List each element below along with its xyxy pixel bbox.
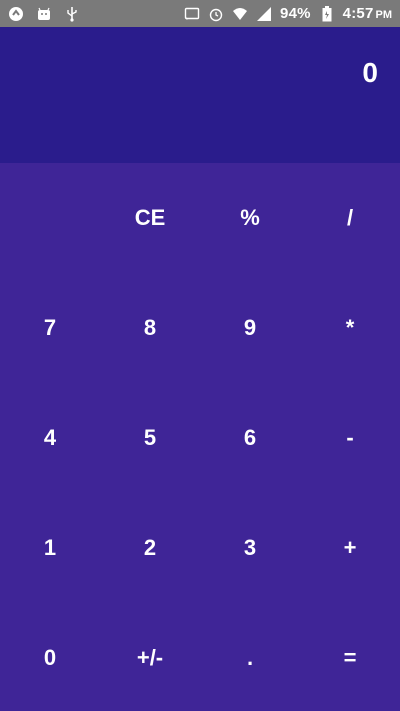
wifi-icon <box>232 6 248 22</box>
battery-icon <box>319 5 335 22</box>
multiply-button[interactable]: * <box>300 273 400 383</box>
android-icon <box>36 6 52 22</box>
digit-2-button[interactable]: 2 <box>100 493 200 603</box>
app-circle-icon <box>8 6 24 22</box>
clock-time: 4:57 <box>342 4 374 22</box>
digit-5-button[interactable]: 5 <box>100 383 200 493</box>
status-left <box>8 6 80 22</box>
battery-percent: 94% <box>280 5 311 22</box>
toggle-sign-button[interactable]: +/- <box>100 603 200 711</box>
digit-8-button[interactable]: 8 <box>100 273 200 383</box>
status-right: 94% 4:57 PM <box>184 5 392 23</box>
clear-entry-button[interactable]: CE <box>100 163 200 273</box>
equals-button[interactable]: = <box>300 603 400 711</box>
empty-key <box>0 163 100 273</box>
calculator-keypad: CE % / 7 8 9 * 4 5 6 - 1 2 3 + 0 +/- . = <box>0 163 400 711</box>
calculator-display: 0 <box>0 27 400 163</box>
divide-button[interactable]: / <box>300 163 400 273</box>
cast-icon <box>184 6 200 22</box>
alarm-icon <box>208 6 224 22</box>
percent-button[interactable]: % <box>200 163 300 273</box>
usb-icon <box>64 6 80 22</box>
clock-ampm: PM <box>375 8 393 21</box>
display-value: 0 <box>362 57 378 88</box>
subtract-button[interactable]: - <box>300 383 400 493</box>
digit-6-button[interactable]: 6 <box>200 383 300 493</box>
digit-9-button[interactable]: 9 <box>200 273 300 383</box>
add-button[interactable]: + <box>300 493 400 603</box>
digit-4-button[interactable]: 4 <box>0 383 100 493</box>
signal-icon <box>256 6 272 22</box>
digit-0-button[interactable]: 0 <box>0 603 100 711</box>
decimal-point-button[interactable]: . <box>200 603 300 711</box>
digit-1-button[interactable]: 1 <box>0 493 100 603</box>
digit-7-button[interactable]: 7 <box>0 273 100 383</box>
status-bar: 94% 4:57 PM <box>0 0 400 27</box>
digit-3-button[interactable]: 3 <box>200 493 300 603</box>
